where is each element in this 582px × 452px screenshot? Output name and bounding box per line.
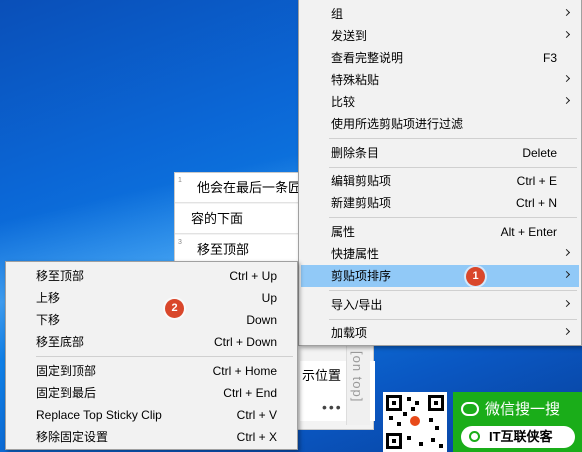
menu-item-delete[interactable]: 删除条目 Delete <box>301 142 579 164</box>
qr-logo-icon <box>408 414 422 428</box>
menu-item-label: 移除固定设置 <box>36 430 109 444</box>
clip-item-text: 容的下面 <box>191 211 244 226</box>
menu-item-add-ins[interactable]: 加载项 <box>301 322 579 344</box>
menu-item-label: 组 <box>331 7 344 21</box>
wechat-search-pill: IT互联侠客 <box>461 426 575 448</box>
menu-item-label: 编辑剪贴项 <box>331 174 392 188</box>
menu-item-shortcut: Down <box>246 313 277 327</box>
menu-item-label: 删除条目 <box>331 146 380 160</box>
menu-item-shortcut: F3 <box>542 51 557 65</box>
on-top-label: [on top] <box>350 351 365 403</box>
wechat-title: 微信搜一搜 <box>461 398 560 419</box>
qr-finder-pattern <box>428 395 444 411</box>
menu-separator <box>36 356 293 357</box>
submenu-item-move-down[interactable]: 下移 Down <box>8 309 295 331</box>
menu-item-label: 固定到顶部 <box>36 364 97 378</box>
chevron-right-icon <box>562 96 571 105</box>
menu-item-shortcut: Up <box>261 291 277 305</box>
qr-finder-pattern <box>386 433 402 449</box>
submenu-item-move-to-bottom[interactable]: 移至底部 Ctrl + Down <box>8 331 295 353</box>
menu-separator <box>329 290 577 291</box>
menu-item-shortcut: Ctrl + Home <box>212 364 277 378</box>
menu-separator <box>329 319 577 320</box>
menu-item-shortcut: Delete <box>522 146 557 160</box>
menu-item-quick-properties[interactable]: 快捷属性 <box>301 243 579 265</box>
menu-item-label: 剪贴项排序 <box>331 269 392 283</box>
menu-item-shortcut: Ctrl + V <box>236 408 277 422</box>
menu-item-label: 新建剪贴项 <box>331 196 392 210</box>
menu-item-label: 加载项 <box>331 326 368 340</box>
menu-item-label: 比较 <box>331 95 356 109</box>
chevron-right-icon <box>562 270 571 279</box>
search-icon <box>469 431 480 442</box>
context-menu: 组 发送到 查看完整说明 F3 特殊粘贴 比较 使用所选剪贴项进行过滤 删除条目… <box>298 0 582 346</box>
menu-item-shortcut: Ctrl + E <box>516 174 557 188</box>
chevron-right-icon <box>562 299 571 308</box>
menu-item-label: 导入/导出 <box>331 298 383 312</box>
clip-item-number: 3 <box>178 239 182 246</box>
menu-item-clip-order[interactable]: 剪贴项排序 <box>301 265 579 287</box>
clip-order-submenu: 移至顶部 Ctrl + Up 上移 Up 下移 Down 移至底部 Ctrl +… <box>5 261 298 450</box>
menu-separator <box>329 217 577 218</box>
menu-item-label: 使用所选剪贴项进行过滤 <box>331 117 464 131</box>
wechat-search-badge: 微信搜一搜 IT互联侠客 <box>453 392 582 452</box>
qr-code-image <box>383 392 447 452</box>
menu-item-label: 发送到 <box>331 29 368 43</box>
more-options-icon[interactable]: ••• <box>322 399 343 415</box>
submenu-item-replace-top-sticky-clip[interactable]: Replace Top Sticky Clip Ctrl + V <box>8 404 295 426</box>
menu-item-shortcut: Alt + Enter <box>500 225 557 239</box>
menu-item-new-clip[interactable]: 新建剪贴项 Ctrl + N <box>301 192 579 214</box>
menu-item-view-full-description[interactable]: 查看完整说明 F3 <box>301 47 579 69</box>
chevron-right-icon <box>562 30 571 39</box>
chevron-right-icon <box>562 74 571 83</box>
submenu-item-move-to-top[interactable]: 移至顶部 Ctrl + Up <box>8 265 295 287</box>
chevron-right-icon <box>562 327 571 336</box>
menu-item-import-export[interactable]: 导入/导出 <box>301 294 579 316</box>
menu-item-label: 固定到最后 <box>36 386 97 400</box>
menu-item-filter-by-selection[interactable]: 使用所选剪贴项进行过滤 <box>301 113 579 135</box>
step-marker-2: 2 <box>165 299 184 318</box>
menu-item-send-to[interactable]: 发送到 <box>301 25 579 47</box>
menu-item-shortcut: Ctrl + X <box>236 430 277 444</box>
menu-item-label: 下移 <box>36 313 61 327</box>
wechat-title-text: 微信搜一搜 <box>485 401 561 418</box>
menu-item-label: 移至顶部 <box>36 269 85 283</box>
clip-item-text: 他会在最后一条匠 <box>197 180 302 195</box>
wechat-search-text: IT互联侠客 <box>489 429 553 444</box>
menu-item-label: 属性 <box>331 225 356 239</box>
qr-finder-pattern <box>386 395 402 411</box>
chevron-right-icon <box>562 8 571 17</box>
submenu-item-remove-pin[interactable]: 移除固定设置 Ctrl + X <box>8 426 295 448</box>
menu-item-compare[interactable]: 比较 <box>301 91 579 113</box>
wechat-icon <box>461 402 479 416</box>
menu-item-shortcut: Ctrl + Down <box>213 335 277 349</box>
submenu-item-pin-to-top[interactable]: 固定到顶部 Ctrl + Home <box>8 360 295 382</box>
clip-item-number: 1 <box>178 177 182 184</box>
menu-item-group[interactable]: 组 <box>301 3 579 25</box>
menu-item-label: 快捷属性 <box>331 247 380 261</box>
menu-separator <box>329 167 577 168</box>
menu-item-label: 上移 <box>36 291 61 305</box>
chevron-right-icon <box>562 248 571 257</box>
step-marker-1: 1 <box>466 267 485 286</box>
menu-item-label: 特殊粘贴 <box>331 73 380 87</box>
menu-item-label: 查看完整说明 <box>331 51 404 65</box>
menu-item-shortcut: Ctrl + Up <box>229 269 277 283</box>
menu-item-properties[interactable]: 属性 Alt + Enter <box>301 221 579 243</box>
menu-item-label: Replace Top Sticky Clip <box>36 408 162 422</box>
menu-item-shortcut: Ctrl + End <box>223 386 277 400</box>
menu-separator <box>329 138 577 139</box>
submenu-item-move-up[interactable]: 上移 Up <box>8 287 295 309</box>
menu-item-shortcut: Ctrl + N <box>515 196 557 210</box>
menu-item-edit-clip[interactable]: 编辑剪贴项 Ctrl + E <box>301 170 579 192</box>
menu-item-label: 移至底部 <box>36 335 85 349</box>
on-top-indicator: [on top] <box>346 345 370 425</box>
submenu-item-pin-to-last[interactable]: 固定到最后 Ctrl + End <box>8 382 295 404</box>
menu-item-special-paste[interactable]: 特殊粘贴 <box>301 69 579 91</box>
clip-item-text: 示位置 <box>302 368 342 383</box>
